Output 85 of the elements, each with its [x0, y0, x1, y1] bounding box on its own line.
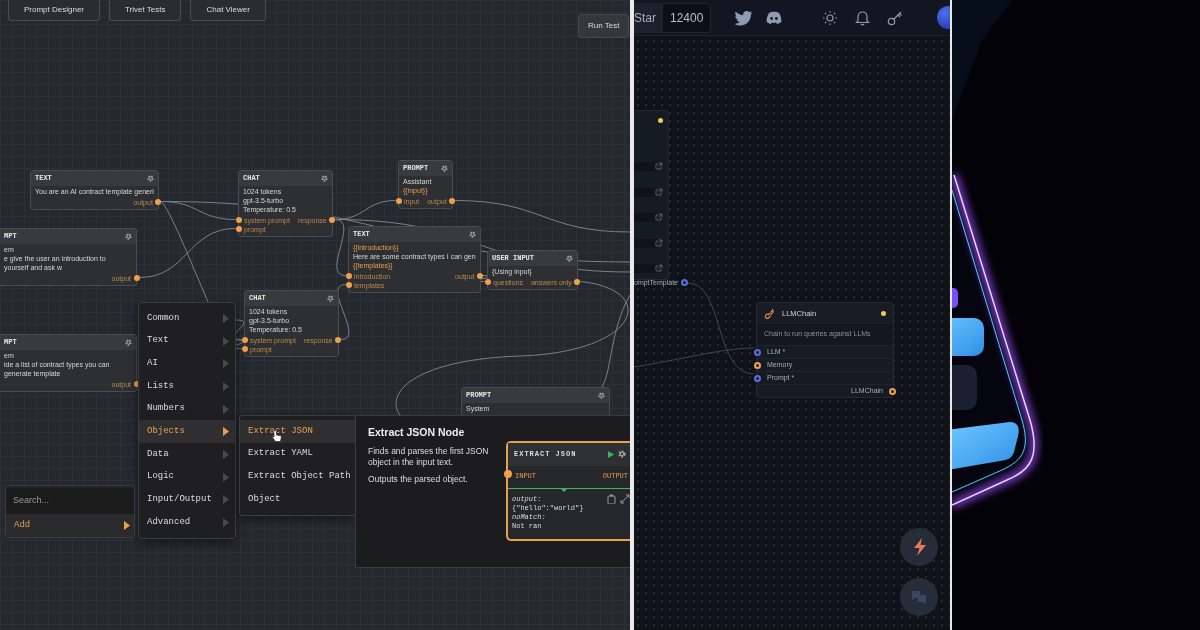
- port-handle[interactable]: [754, 348, 761, 356]
- tooltip-text: Finds and parses the first JSON object in the input text.: [368, 445, 490, 468]
- chat-bubbles-icon: [911, 589, 927, 605]
- caret-icon: [223, 404, 229, 414]
- menu-item[interactable]: Extract YAML: [240, 442, 355, 466]
- menu-item[interactable]: Objects: [139, 420, 235, 444]
- port-handle[interactable]: [133, 274, 140, 281]
- tab-button[interactable]: Trivet Tests: [109, 0, 182, 21]
- node-card[interactable]: [634, 110, 669, 280]
- menu-item[interactable]: Lists: [139, 375, 235, 398]
- menu-item[interactable]: Data: [139, 443, 235, 466]
- star-button[interactable]: Star: [634, 2, 662, 33]
- settings-icon[interactable]: [326, 294, 334, 302]
- menu-item[interactable]: Logic: [139, 465, 235, 489]
- status-dot: [881, 311, 886, 317]
- connection-line: [337, 284, 350, 340]
- external-link-icon[interactable]: [655, 264, 663, 272]
- port-handle[interactable]: [329, 216, 336, 223]
- external-link-icon[interactable]: [655, 162, 663, 170]
- caret-icon: [223, 336, 229, 346]
- caret-icon: [223, 313, 229, 323]
- input-field[interactable]: [634, 213, 658, 222]
- status-dot: [658, 118, 663, 123]
- settings-icon[interactable]: [598, 391, 605, 399]
- input-field[interactable]: [634, 187, 658, 197]
- expand-icon[interactable]: [620, 494, 630, 504]
- menu-item[interactable]: Object: [240, 488, 355, 511]
- add-menu-item[interactable]: Add: [6, 513, 134, 537]
- caret-icon: [223, 495, 229, 505]
- external-link-icon[interactable]: [655, 187, 663, 196]
- menu-item[interactable]: AI: [139, 352, 235, 376]
- play-icon[interactable]: [608, 450, 614, 458]
- link-icon: [764, 308, 774, 319]
- tab-button[interactable]: Prompt Designer: [8, 0, 101, 21]
- menu-item[interactable]: Text: [139, 329, 235, 353]
- settings-icon[interactable]: [125, 232, 132, 240]
- settings-icon[interactable]: [565, 254, 573, 262]
- settings-icon[interactable]: [468, 230, 476, 238]
- input-field[interactable]: [634, 264, 658, 273]
- menu-item[interactable]: Input/Output: [139, 488, 235, 512]
- port-handle[interactable]: [155, 198, 162, 205]
- settings-icon[interactable]: [440, 164, 448, 172]
- caret-icon: [223, 449, 229, 459]
- menu-item[interactable]: Extract Object Path: [240, 465, 355, 489]
- lightning-icon: [912, 538, 926, 556]
- caret-icon: [223, 381, 229, 391]
- caret-icon: [223, 359, 229, 369]
- menu-item[interactable]: Extract JSON: [240, 420, 355, 443]
- port-handle[interactable]: [449, 197, 456, 204]
- settings-icon[interactable]: [125, 338, 132, 346]
- port-handle[interactable]: [681, 279, 688, 286]
- port-handle[interactable]: [754, 361, 761, 369]
- search-field[interactable]: Search...: [6, 488, 134, 514]
- bird-icon[interactable]: [735, 9, 753, 26]
- menu-item[interactable]: Advanced: [139, 511, 235, 534]
- port-handle[interactable]: [889, 387, 896, 395]
- port-handle[interactable]: [395, 197, 402, 204]
- clipboard-icon[interactable]: [607, 494, 616, 504]
- run-button[interactable]: [900, 528, 938, 566]
- port-handle[interactable]: [754, 374, 761, 382]
- settings-icon[interactable]: [146, 174, 154, 182]
- caret-icon: [223, 427, 229, 437]
- port-handle[interactable]: [504, 469, 512, 478]
- tab-button[interactable]: Chat Viewer: [190, 0, 266, 21]
- port-handle[interactable]: [574, 278, 581, 285]
- menu-item[interactable]: Common: [139, 307, 235, 330]
- sun-icon[interactable]: [822, 9, 839, 26]
- tooltip-text: Outputs the parsed object.: [368, 473, 469, 485]
- tooltip-title: Extract JSON Node: [368, 426, 466, 439]
- external-link-icon[interactable]: [655, 213, 663, 221]
- key-icon[interactable]: [887, 9, 904, 26]
- menu-item[interactable]: Numbers: [139, 397, 235, 421]
- input-field[interactable]: [634, 162, 658, 171]
- input-field[interactable]: [634, 238, 658, 248]
- caret-icon: [223, 472, 229, 482]
- port-handle[interactable]: [335, 336, 342, 343]
- run-test-button[interactable]: Run Test: [578, 14, 630, 38]
- settings-icon[interactable]: [320, 174, 328, 182]
- caret-icon: [124, 520, 130, 530]
- bell-icon[interactable]: [855, 9, 871, 26]
- external-link-icon[interactable]: [655, 238, 663, 247]
- controller-icon[interactable]: [766, 10, 783, 25]
- caret-icon: [223, 518, 229, 528]
- star-count: 12400: [662, 2, 712, 33]
- settings-icon[interactable]: [618, 450, 626, 459]
